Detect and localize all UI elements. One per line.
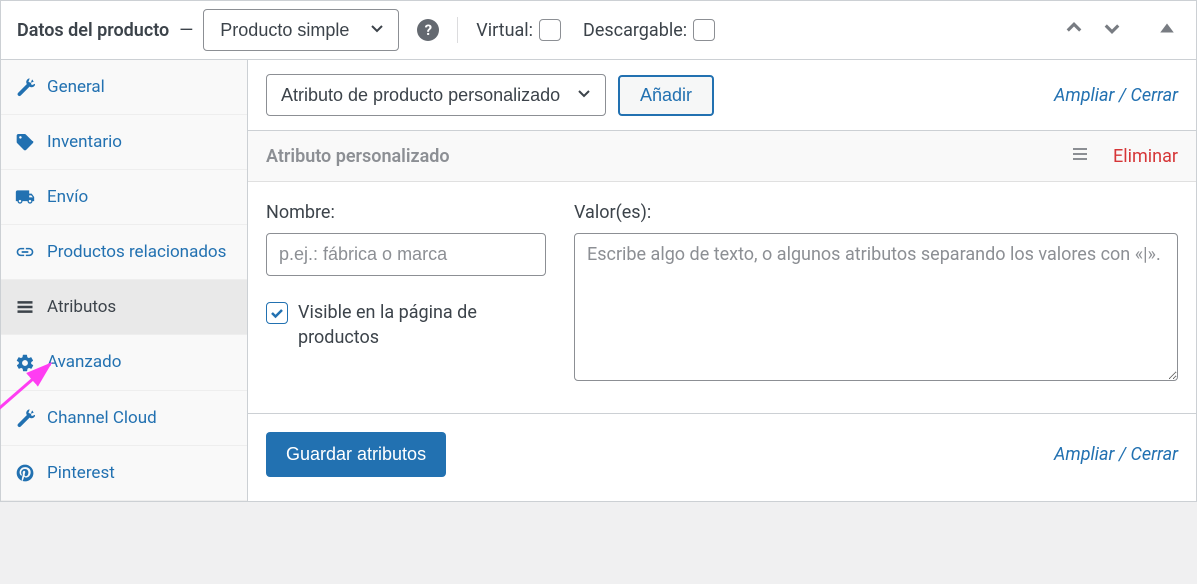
main-content: Atributo de producto personalizado Añadi… <box>248 60 1196 501</box>
move-up-icon[interactable] <box>1060 14 1088 46</box>
wrench-icon <box>15 77 35 97</box>
divider <box>457 17 458 43</box>
expand-collapse-link[interactable]: Ampliar / Cerrar <box>1054 85 1178 106</box>
attribute-name-input[interactable] <box>266 233 546 276</box>
virtual-label: Virtual: <box>476 20 533 41</box>
values-label: Valor(es): <box>574 202 1178 223</box>
help-icon[interactable]: ? <box>417 19 439 41</box>
attribute-title: Atributo personalizado <box>266 146 450 167</box>
downloadable-checkbox[interactable] <box>693 19 715 41</box>
attribute-values-textarea[interactable] <box>574 233 1178 381</box>
sidebar-item-envio[interactable]: Envío <box>1 170 247 225</box>
sidebar-item-pinterest[interactable]: Pinterest <box>1 446 247 501</box>
save-attributes-button[interactable]: Guardar atributos <box>266 432 446 477</box>
sidebar-item-label: Avanzado <box>47 351 121 373</box>
delete-attribute-link[interactable]: Eliminar <box>1113 146 1178 167</box>
sidebar-item-label: General <box>47 76 105 98</box>
sidebar-item-general[interactable]: General <box>1 60 247 115</box>
visible-checkbox[interactable] <box>266 302 288 324</box>
pinterest-icon <box>15 463 35 483</box>
product-type-select[interactable]: Producto simple <box>203 9 399 51</box>
product-data-sidebar: General Inventario Envío Productos relac… <box>1 60 248 501</box>
expand-collapse-link[interactable]: Ampliar / Cerrar <box>1054 444 1178 465</box>
sidebar-item-label: Channel Cloud <box>47 407 157 429</box>
tag-icon <box>15 132 35 152</box>
add-attribute-button[interactable]: Añadir <box>618 75 714 116</box>
attribute-type-select[interactable]: Atributo de producto personalizado <box>266 74 606 116</box>
panel-title: Datos del producto <box>17 20 169 41</box>
gear-icon <box>15 353 35 373</box>
sidebar-item-channel-cloud[interactable]: Channel Cloud <box>1 391 247 446</box>
list-icon <box>15 297 35 317</box>
virtual-checkbox[interactable] <box>539 19 561 41</box>
sidebar-item-atributos[interactable]: Atributos <box>1 280 247 335</box>
visible-checkbox-label: Visible en la página de productos <box>298 300 546 350</box>
sidebar-item-label: Inventario <box>47 131 122 153</box>
title-dash: — <box>179 20 193 41</box>
drag-handle-icon[interactable] <box>1071 145 1089 167</box>
sidebar-item-label: Productos relacionados <box>47 241 226 263</box>
product-data-header: Datos del producto — Producto simple ? V… <box>1 1 1196 60</box>
downloadable-label: Descargable: <box>583 20 687 41</box>
truck-icon <box>15 187 35 207</box>
link-icon <box>15 242 35 262</box>
wrench-icon <box>15 408 35 428</box>
attribute-row-header[interactable]: Atributo personalizado Eliminar <box>248 131 1196 182</box>
sidebar-item-label: Pinterest <box>47 462 115 484</box>
sidebar-item-label: Atributos <box>47 296 116 318</box>
move-down-icon[interactable] <box>1098 14 1126 46</box>
collapse-panel-icon[interactable] <box>1154 15 1180 45</box>
sidebar-item-inventario[interactable]: Inventario <box>1 115 247 170</box>
sidebar-item-avanzado[interactable]: Avanzado <box>1 335 247 390</box>
name-label: Nombre: <box>266 202 546 223</box>
sidebar-item-label: Envío <box>47 186 88 208</box>
sidebar-item-productos-relacionados[interactable]: Productos relacionados <box>1 225 247 280</box>
